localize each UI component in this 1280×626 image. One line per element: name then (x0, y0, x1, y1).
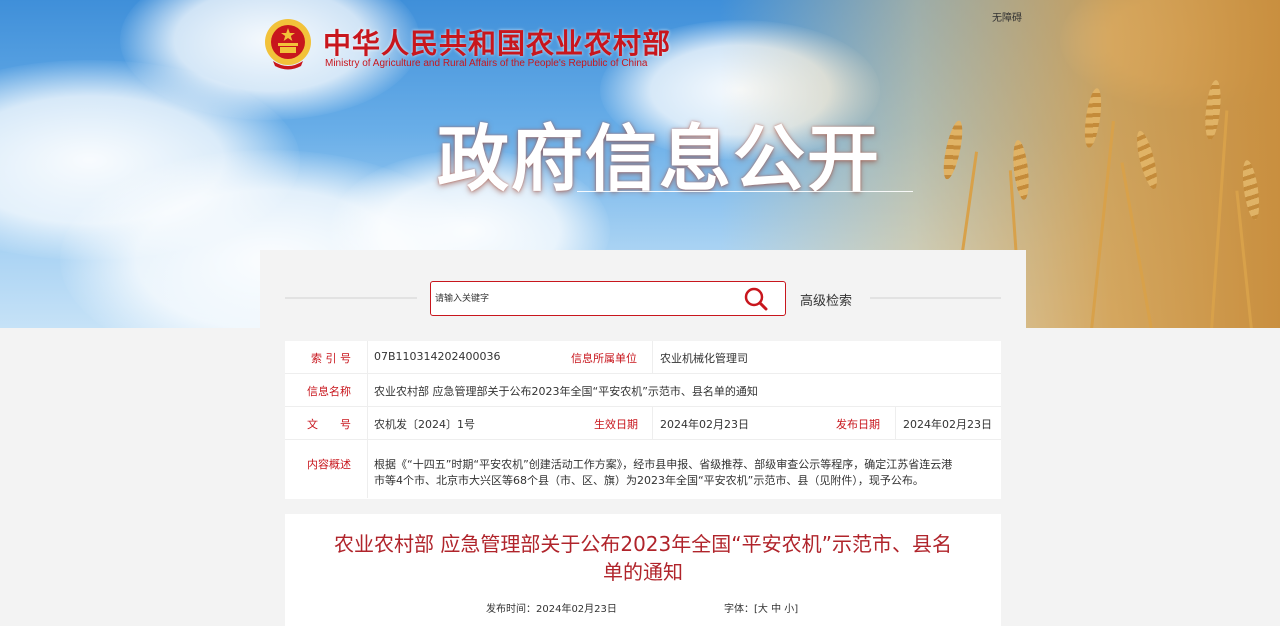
dept-label: 信息所属单位 (571, 352, 637, 365)
advanced-search-link[interactable]: 高级检索 (800, 290, 852, 309)
search-bar: 高级检索 (260, 250, 1026, 334)
divider (870, 297, 1001, 299)
info-row-index: 索 引 号 07B110314202400036 信息所属单位 农业机械化管理司 (285, 341, 1001, 374)
docno-label: 文 号 (307, 418, 351, 431)
name-label: 信息名称 (307, 385, 351, 398)
search-input[interactable] (433, 288, 737, 310)
page-title: 政府信息公开 (437, 117, 882, 201)
name-value: 农业农村部 应急管理部关于公布2023年全国“平安农机”示范市、县名单的通知 (374, 385, 758, 398)
summary-label: 内容概述 (307, 458, 351, 471)
dept-value: 农业机械化管理司 (660, 352, 748, 365)
info-table: 索 引 号 07B110314202400036 信息所属单位 农业机械化管理司… (285, 341, 1001, 499)
effective-date-label: 生效日期 (594, 418, 638, 431)
article-title: 农业农村部 应急管理部关于公布2023年全国“平安农机”示范市、县名单的通知 (334, 532, 952, 584)
article-publish-time: 发布时间：2024年02月23日 (486, 604, 617, 615)
publish-date-label: 发布日期 (836, 418, 880, 431)
site-name-english: Ministry of Agriculture and Rural Affair… (325, 58, 648, 69)
info-row-summary: 内容概述 根据《“十四五”时期“平安农机”创建活动工作方案》，经市县申报、省级推… (285, 440, 1001, 498)
article-panel: 农业农村部 应急管理部关于公布2023年全国“平安农机”示范市、县名单的通知 发… (285, 514, 1001, 626)
search-box[interactable] (430, 281, 786, 316)
main-content: 高级检索 索 引 号 07B110314202400036 信息所属单位 农业机… (260, 250, 1026, 626)
info-row-docno: 文 号 农机发〔2024〕1号 生效日期 2024年02月23日 发布日期 20… (285, 407, 1001, 440)
summary-text-line-1: 根据《“十四五”时期“平安农机”创建活动工作方案》，经市县申报、省级推荐、部级审… (374, 458, 953, 471)
index-value: 07B110314202400036 (374, 350, 501, 363)
index-label: 索 引 号 (311, 352, 351, 365)
docno-value: 农机发〔2024〕1号 (374, 418, 475, 431)
accessibility-link[interactable]: 无障碍 (992, 9, 1022, 24)
info-row-name: 信息名称 农业农村部 应急管理部关于公布2023年全国“平安农机”示范市、县名单… (285, 374, 1001, 407)
font-size-switcher[interactable]: 字体：[大 中 小] (724, 600, 798, 615)
divider (285, 297, 417, 299)
effective-date-value: 2024年02月23日 (660, 418, 749, 431)
national-emblem-icon (265, 19, 311, 70)
publish-date-value: 2024年02月23日 (903, 418, 992, 431)
summary-text-line-2: 市等4个市、北京市大兴区等68个县（市、区、旗）为2023年全国“平安农机”示范… (374, 474, 924, 487)
site-name[interactable]: 中华人民共和国农业农村部 (323, 22, 671, 62)
title-underline (577, 191, 913, 192)
search-icon[interactable] (743, 287, 769, 311)
